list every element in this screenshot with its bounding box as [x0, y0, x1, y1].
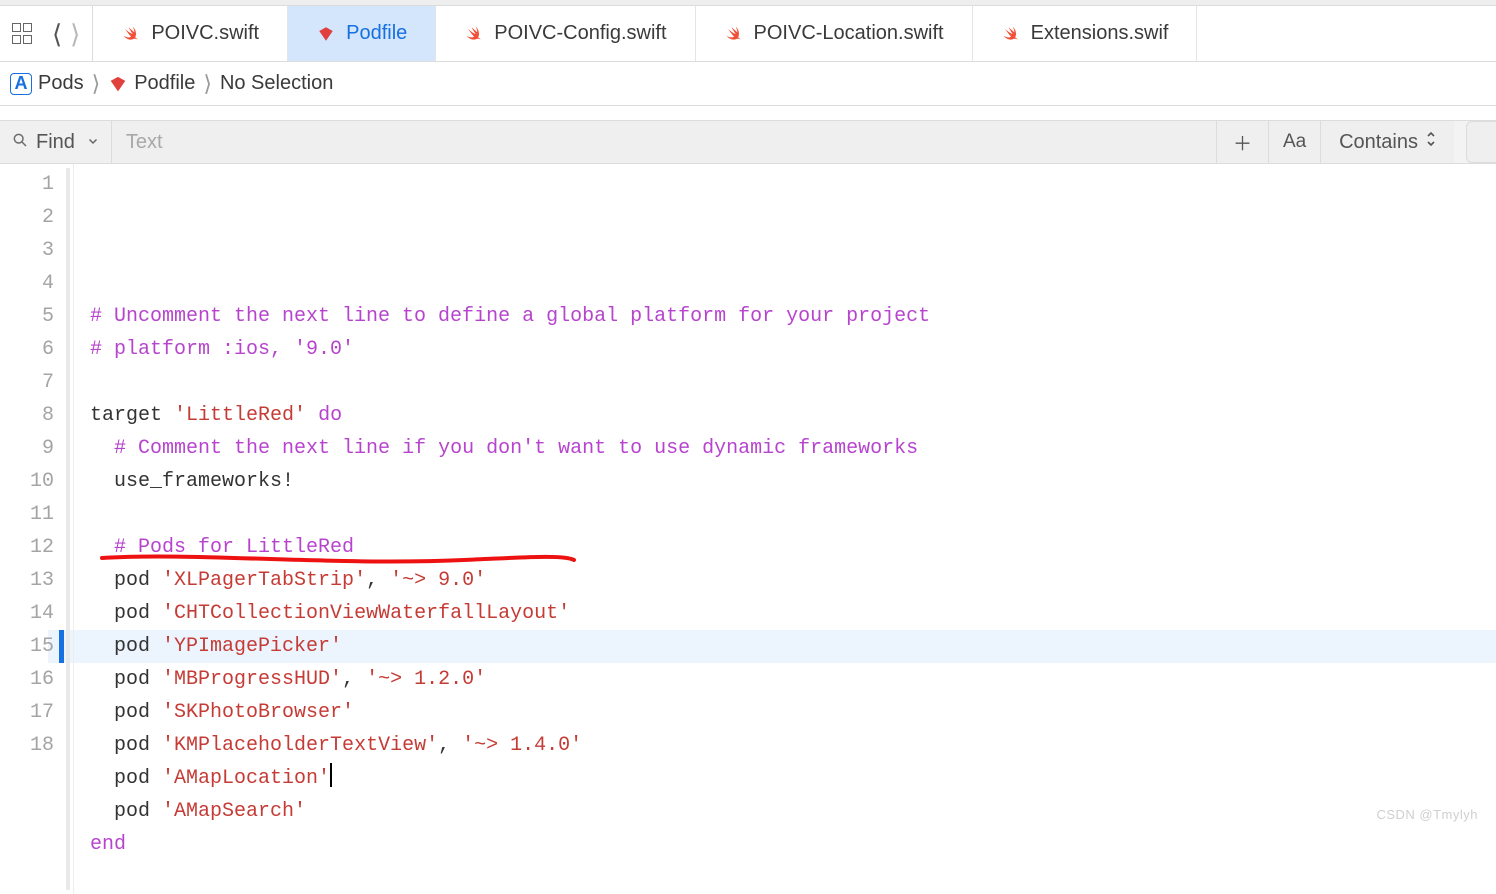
code-line[interactable]: use_frameworks! — [90, 465, 1496, 498]
code-line[interactable]: end — [90, 828, 1496, 861]
breadcrumb-selection[interactable]: No Selection — [220, 72, 333, 95]
find-case-button[interactable]: Aa — [1268, 121, 1320, 163]
editor-tab[interactable]: POIVC-Config.swift — [436, 6, 695, 61]
editor-tab[interactable]: Podfile — [288, 6, 436, 61]
line-number: 4 — [0, 267, 64, 300]
code-line[interactable]: target 'LittleRed' do — [90, 399, 1496, 432]
editor-tab-label: POIVC.swift — [151, 22, 259, 45]
breadcrumb: A Pods ⟩ Podfile ⟩ No Selection — [0, 62, 1496, 106]
related-items-icon[interactable] — [12, 23, 34, 45]
chevron-down-icon — [83, 134, 99, 150]
editor-tab[interactable]: POIVC-Location.swift — [696, 6, 973, 61]
ruby-icon — [316, 24, 336, 44]
line-number: 1 — [0, 168, 64, 201]
code-area[interactable]: # Uncomment the next line to define a gl… — [74, 164, 1496, 894]
tab-bar-left-controls: ⟨ ⟩ — [0, 6, 93, 61]
editor-tab-label: Extensions.swif — [1031, 22, 1169, 45]
code-line[interactable]: pod 'XLPagerTabStrip', '~> 9.0' — [90, 564, 1496, 597]
line-number: 10 — [0, 465, 64, 498]
code-line[interactable]: pod 'CHTCollectionViewWaterfallLayout' — [90, 597, 1496, 630]
editor-tab-label: POIVC-Location.swift — [754, 22, 944, 45]
code-line[interactable]: # Comment the next line if you don't wan… — [90, 432, 1496, 465]
nav-back-button[interactable]: ⟨ — [52, 21, 62, 47]
swift-icon — [1001, 24, 1021, 44]
breadcrumb-file[interactable]: Podfile — [134, 72, 195, 95]
code-line[interactable]: pod 'AMapSearch' — [90, 795, 1496, 828]
find-add-button[interactable]: ＋ — [1216, 121, 1268, 163]
line-number: 14 — [0, 597, 64, 630]
code-line[interactable]: pod 'AMapLocation' — [90, 762, 1496, 795]
line-number: 7 — [0, 366, 64, 399]
breadcrumb-root[interactable]: Pods — [38, 72, 84, 95]
line-number: 17 — [0, 696, 64, 729]
current-line-indicator — [59, 630, 64, 663]
find-controls: ＋ Aa Contains — [1216, 121, 1454, 163]
find-match-mode-label: Contains — [1339, 131, 1418, 154]
line-number: 2 — [0, 201, 64, 234]
nav-arrows: ⟨ ⟩ — [44, 21, 80, 47]
swift-icon — [121, 24, 141, 44]
code-line[interactable]: # Uncomment the next line to define a gl… — [90, 300, 1496, 333]
line-number: 13 — [0, 564, 64, 597]
tab-bar: ⟨ ⟩ POIVC.swift Podfile POIVC-Config.swift… — [0, 6, 1496, 62]
editor-tab-label: POIVC-Config.swift — [494, 22, 666, 45]
watermark: CSDN @Tmylyh — [1376, 807, 1478, 822]
line-number: 15 — [0, 630, 64, 663]
breadcrumb-sep: ⟩ — [90, 71, 103, 97]
line-number: 11 — [0, 498, 64, 531]
find-match-mode[interactable]: Contains — [1320, 121, 1454, 163]
code-editor[interactable]: 123456789101112131415161718 # Uncomment … — [0, 164, 1496, 894]
line-number: 16 — [0, 663, 64, 696]
text-cursor — [330, 763, 332, 787]
editor-tab-label: Podfile — [346, 22, 407, 45]
editor-tabs: POIVC.swift Podfile POIVC-Config.swift POIV… — [93, 6, 1496, 61]
code-line[interactable] — [90, 366, 1496, 399]
swift-icon — [724, 24, 744, 44]
code-line[interactable]: # Pods for LittleRed — [90, 531, 1496, 564]
find-done-button[interactable] — [1466, 121, 1496, 163]
line-number-gutter: 123456789101112131415161718 — [0, 164, 64, 894]
gutter-fold-bar — [64, 164, 74, 894]
find-input[interactable] — [112, 121, 1216, 163]
line-number: 5 — [0, 300, 64, 333]
nav-forward-button[interactable]: ⟩ — [70, 21, 80, 47]
code-line[interactable] — [90, 861, 1496, 894]
search-icon — [12, 132, 28, 153]
line-number: 3 — [0, 234, 64, 267]
line-number: 18 — [0, 729, 64, 762]
code-line[interactable]: # platform :ios, '9.0' — [90, 333, 1496, 366]
line-number: 8 — [0, 399, 64, 432]
code-line[interactable]: pod 'YPImagePicker' — [90, 630, 1496, 663]
find-bar: Find ＋ Aa Contains — [0, 120, 1496, 164]
line-number: 12 — [0, 531, 64, 564]
ruby-icon — [108, 74, 128, 94]
editor-tab[interactable]: Extensions.swif — [973, 6, 1198, 61]
chevron-updown-icon — [1426, 130, 1436, 154]
find-mode-label: Find — [36, 131, 75, 154]
find-mode-selector[interactable]: Find — [0, 121, 112, 163]
code-line[interactable]: pod 'MBProgressHUD', '~> 1.2.0' — [90, 663, 1496, 696]
line-number: 6 — [0, 333, 64, 366]
code-line[interactable] — [90, 498, 1496, 531]
breadcrumb-sep: ⟩ — [201, 71, 214, 97]
code-line[interactable]: pod 'SKPhotoBrowser' — [90, 696, 1496, 729]
editor-tab[interactable]: POIVC.swift — [93, 6, 288, 61]
code-line[interactable]: pod 'KMPlaceholderTextView', '~> 1.4.0' — [90, 729, 1496, 762]
project-icon: A — [10, 73, 32, 95]
line-number: 9 — [0, 432, 64, 465]
swift-icon — [464, 24, 484, 44]
